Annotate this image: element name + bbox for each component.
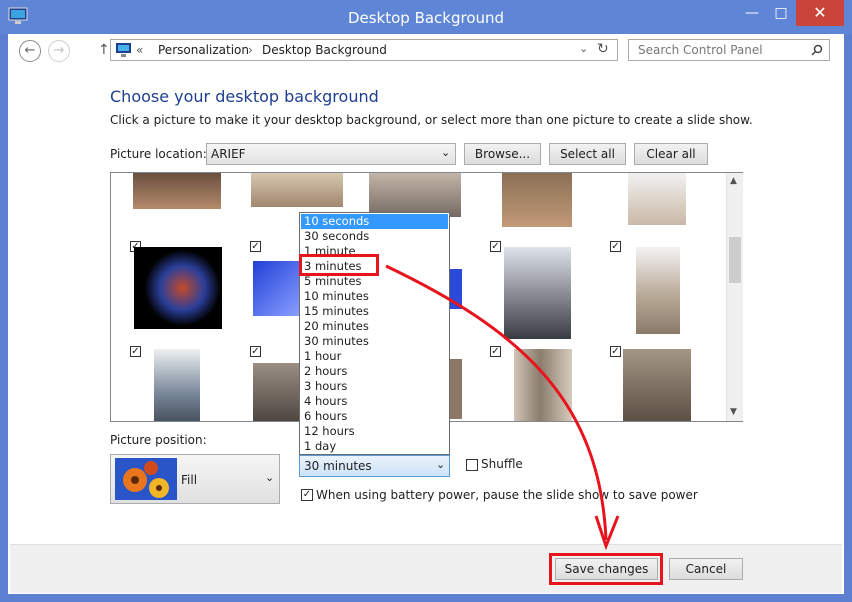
annotation-arrow xyxy=(385,264,620,551)
